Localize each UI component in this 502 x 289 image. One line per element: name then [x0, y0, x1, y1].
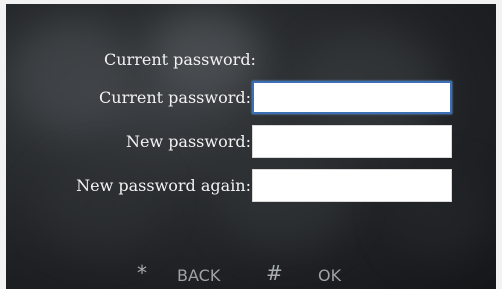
new-password-again-input[interactable]	[252, 169, 452, 202]
asterisk-key-icon: *	[137, 261, 147, 285]
new-password-label: New password:	[125, 132, 251, 151]
current-password-label: Current password:	[99, 88, 251, 107]
current-password-row: Current password:	[0, 81, 502, 115]
new-password-row: New password:	[0, 125, 502, 159]
page-title: Current password:	[104, 50, 256, 69]
back-button[interactable]: BACK	[177, 266, 220, 286]
new-password-input[interactable]	[252, 125, 452, 158]
hash-key-icon: #	[266, 261, 283, 285]
password-change-screen: Current password: Current password: New …	[0, 0, 502, 289]
new-password-again-row: New password again:	[0, 169, 502, 203]
new-password-again-label: New password again:	[76, 176, 251, 195]
softkey-bar: * BACK # OK	[0, 262, 502, 289]
current-password-input[interactable]	[252, 81, 452, 114]
ok-button[interactable]: OK	[318, 266, 341, 286]
